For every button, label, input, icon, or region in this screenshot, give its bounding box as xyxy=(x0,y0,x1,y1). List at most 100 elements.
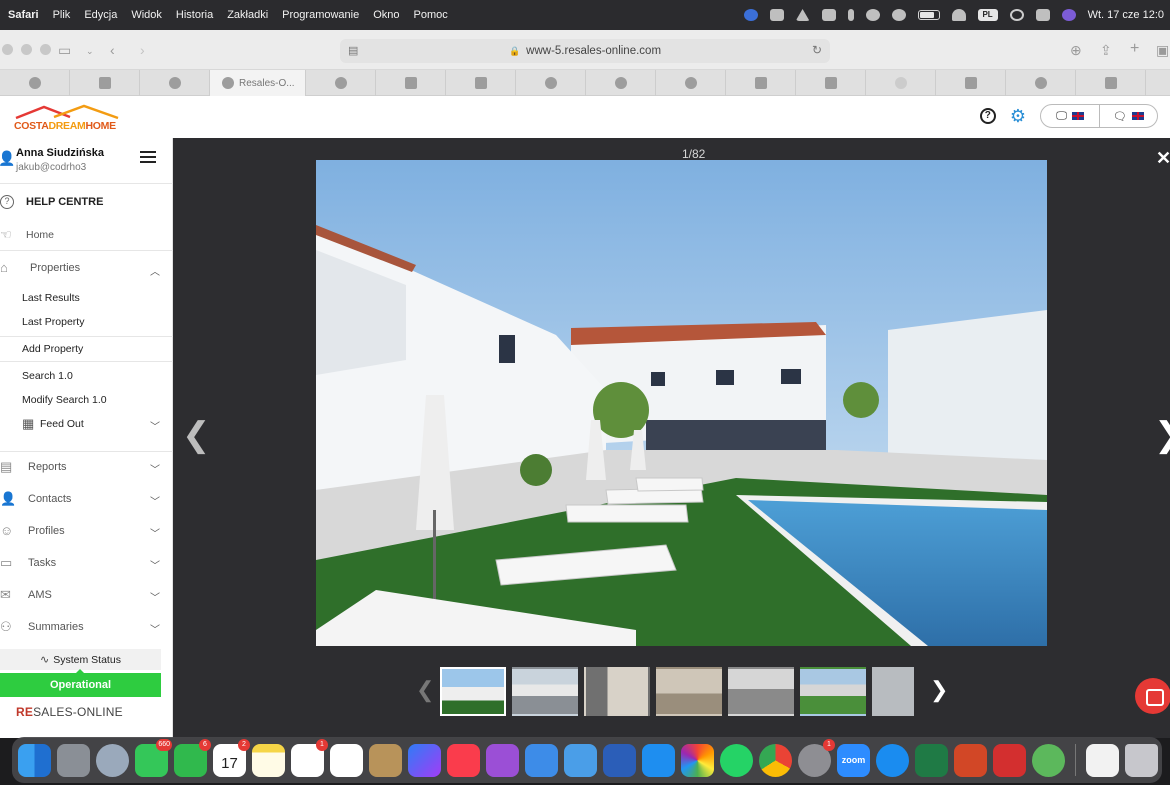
tab-pinned-7[interactable] xyxy=(446,70,516,96)
chrome-icon[interactable] xyxy=(759,743,792,777)
close-window-button[interactable] xyxy=(2,44,13,55)
wifi-icon[interactable] xyxy=(951,9,966,21)
property-photo[interactable] xyxy=(316,160,1047,646)
translate-icon[interactable] xyxy=(865,9,880,21)
app-store-icon[interactable] xyxy=(642,743,675,777)
address-bar[interactable]: ▤ 🔒 www-5.resales-online.com ↻ xyxy=(340,39,830,63)
thumbnail-5[interactable] xyxy=(728,667,794,716)
whatsapp-icon[interactable] xyxy=(720,743,753,777)
menu-plik[interactable]: Plik xyxy=(53,9,71,21)
tab-pinned-9[interactable] xyxy=(586,70,656,96)
menu-pomoc[interactable]: Pomoc xyxy=(414,9,448,21)
menu-app-name[interactable]: Safari xyxy=(8,9,39,21)
menu-programowanie[interactable]: Programowanie xyxy=(282,9,359,21)
tab-pinned-gmail[interactable] xyxy=(70,70,140,96)
close-gallery-icon[interactable]: ✕ xyxy=(1156,148,1170,169)
display-language-button[interactable]: 🖵 xyxy=(1041,105,1099,127)
tab-pinned-12[interactable] xyxy=(796,70,866,96)
mail-icon[interactable] xyxy=(564,743,597,777)
tab-pinned-1[interactable] xyxy=(0,70,70,96)
share-icon[interactable]: ⇪ xyxy=(1100,42,1112,59)
freeform-icon[interactable] xyxy=(330,743,363,777)
sidebar-toggle-icon[interactable]: ▭ xyxy=(58,42,71,59)
zoom-window-button[interactable] xyxy=(40,44,51,55)
back-icon[interactable]: ‹ xyxy=(110,42,115,58)
menu-okno[interactable]: Okno xyxy=(373,9,399,21)
minimize-window-button[interactable] xyxy=(21,44,32,55)
menu-widok[interactable]: Widok xyxy=(131,9,162,21)
thumbnail-1[interactable] xyxy=(440,667,506,716)
acrobat-reader-icon[interactable] xyxy=(993,743,1026,777)
microsoft-word-icon[interactable] xyxy=(603,743,636,777)
thumbnail-2[interactable] xyxy=(512,667,578,716)
tab-pinned-5[interactable] xyxy=(306,70,376,96)
siri-icon[interactable] xyxy=(1061,9,1076,21)
safari-icon[interactable] xyxy=(876,743,909,777)
live-chat-button[interactable] xyxy=(1135,678,1170,714)
chevron-down-icon[interactable]: ⌄ xyxy=(86,46,94,57)
thermometer-icon[interactable] xyxy=(847,9,854,21)
settings-gear-icon[interactable]: ⚙ xyxy=(1010,107,1026,125)
menu-zakladki[interactable]: Zakładki xyxy=(227,9,268,21)
microsoft-excel-icon[interactable] xyxy=(915,743,948,777)
system-utility-icon[interactable] xyxy=(96,743,129,777)
microsoft-powerpoint-icon[interactable] xyxy=(954,743,987,777)
help-question-icon[interactable]: ? xyxy=(979,108,996,124)
menu-historia[interactable]: Historia xyxy=(176,9,213,21)
menu-edycja[interactable]: Edycja xyxy=(84,9,117,21)
thumbnail-4[interactable] xyxy=(656,667,722,716)
system-settings-icon[interactable]: 1 xyxy=(798,738,835,777)
system-status-link[interactable]: ∿ System Status xyxy=(0,649,161,670)
launchpad-icon[interactable] xyxy=(57,743,90,777)
reminders-icon[interactable]: 1 xyxy=(291,738,328,777)
podcasts-icon[interactable] xyxy=(486,743,519,777)
costa-dream-home-logo[interactable]: COSTADREAMHOME xyxy=(12,102,124,134)
tab-pinned-10[interactable] xyxy=(656,70,726,96)
page-menu-icon[interactable]: ▤ xyxy=(348,44,358,57)
tab-pinned-11[interactable] xyxy=(726,70,796,96)
keynote-icon[interactable] xyxy=(525,743,558,777)
thumbnail-prev-icon[interactable]: ❮ xyxy=(416,677,434,703)
tab-pinned-13[interactable] xyxy=(866,70,936,96)
control-center-icon[interactable] xyxy=(1035,9,1050,21)
spotlight-search-icon[interactable] xyxy=(1009,9,1024,21)
tab-pinned-16[interactable] xyxy=(1076,70,1146,96)
cloud-icon[interactable] xyxy=(769,9,784,21)
hamburger-menu-icon[interactable] xyxy=(140,151,156,163)
notes-icon[interactable] xyxy=(252,743,285,777)
input-source-indicator[interactable]: PL xyxy=(977,9,998,21)
thumbnail-3[interactable] xyxy=(584,667,650,716)
recent-document-icon[interactable] xyxy=(1086,743,1119,777)
forward-icon[interactable]: › xyxy=(140,42,145,58)
menubar-clock[interactable]: Wt. 17 cze 12:0 xyxy=(1088,9,1164,21)
thumbnail-next-icon[interactable]: ❯ xyxy=(930,677,948,703)
messenger-icon[interactable] xyxy=(408,743,441,777)
new-tab-icon[interactable]: + xyxy=(1130,40,1139,58)
zoom-status-icon[interactable] xyxy=(743,9,758,21)
thumbnail-7[interactable] xyxy=(872,667,914,716)
music-icon[interactable] xyxy=(447,743,480,777)
smiley-icon[interactable] xyxy=(891,9,906,21)
notebook-app-icon[interactable] xyxy=(369,743,402,777)
finder-icon[interactable] xyxy=(18,743,51,777)
cloud-sync-icon[interactable] xyxy=(1032,743,1065,777)
thumbnail-6[interactable] xyxy=(800,667,866,716)
drive-warning-icon[interactable] xyxy=(795,9,810,21)
tab-overview-icon[interactable]: ▣ xyxy=(1156,42,1169,59)
facetime-icon[interactable]: 6 xyxy=(174,738,211,777)
tab-pinned-3[interactable] xyxy=(140,70,210,96)
tab-pinned-14[interactable] xyxy=(936,70,1006,96)
messages-icon[interactable]: 660 xyxy=(135,738,172,777)
screen-record-icon[interactable] xyxy=(821,9,836,21)
tab-pinned-8[interactable] xyxy=(516,70,586,96)
previous-photo-icon[interactable]: ❮ xyxy=(182,415,211,455)
downloads-icon[interactable]: ⊕ xyxy=(1070,42,1082,59)
zoom-app-icon[interactable]: zoom xyxy=(837,743,870,777)
tab-resales-online[interactable]: Resales-O... xyxy=(210,70,306,96)
trash-icon[interactable] xyxy=(1125,743,1158,777)
tab-pinned-15[interactable] xyxy=(1006,70,1076,96)
reload-icon[interactable]: ↻ xyxy=(812,43,822,57)
battery-icon[interactable] xyxy=(917,10,940,20)
chat-language-button[interactable]: 🗨 xyxy=(1098,105,1157,127)
calendar-icon[interactable]: 17 2 xyxy=(213,738,250,777)
